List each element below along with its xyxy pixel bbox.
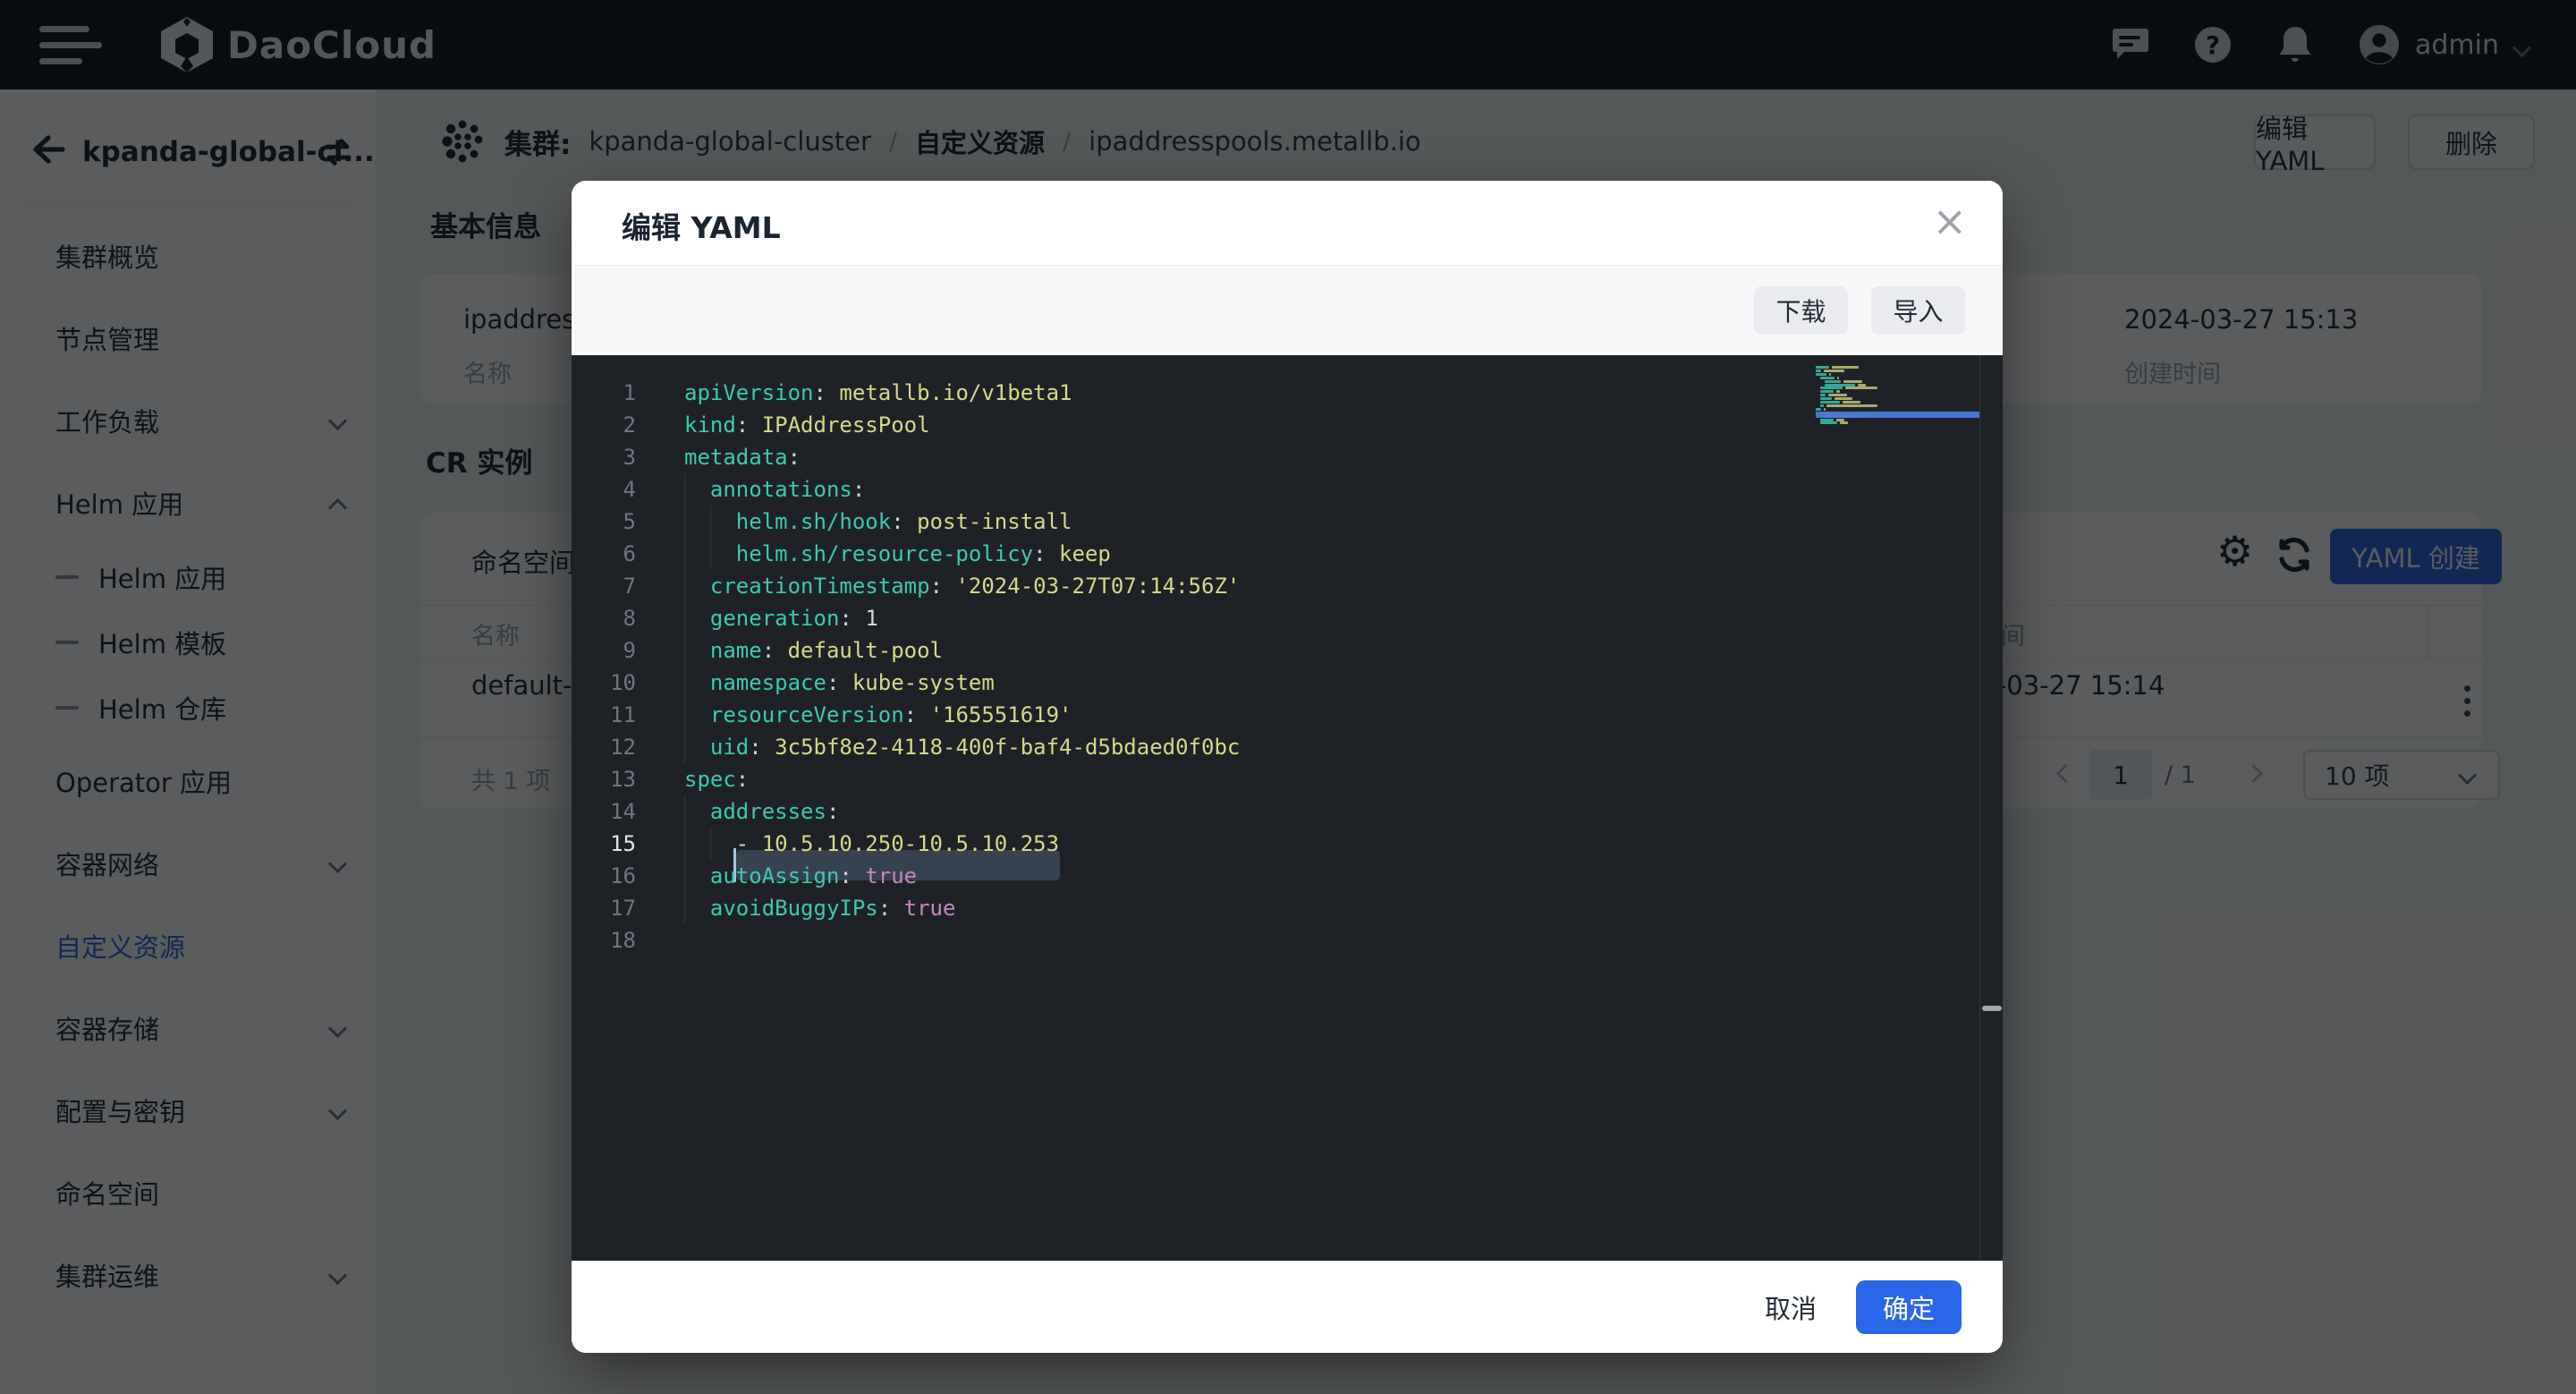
code-text: helm.sh/hook: post-install (636, 506, 1072, 538)
code-line-14[interactable]: 14 addresses: (572, 795, 2003, 828)
code-text: apiVersion: metallb.io/v1beta1 (636, 377, 1072, 409)
line-number: 1 (572, 377, 636, 409)
line-number: 15 (572, 828, 636, 860)
code-line-7[interactable]: 7 creationTimestamp: '2024-03-27T07:14:5… (572, 570, 2003, 602)
line-number: 7 (572, 570, 636, 602)
modal-toolbar: 下载 导入 (572, 265, 2003, 355)
code-line-6[interactable]: 6 helm.sh/resource-policy: keep (572, 538, 2003, 570)
code-line-2[interactable]: 2kind: IPAddressPool (572, 409, 2003, 441)
code-line-4[interactable]: 4 annotations: (572, 473, 2003, 506)
code-line-17[interactable]: 17 avoidBuggyIPs: true (572, 892, 2003, 924)
code-text: spec: (636, 763, 749, 795)
line-number: 3 (572, 441, 636, 473)
code-text: uid: 3c5bf8e2-4118-400f-baf4-d5bdaed0f0b… (636, 731, 1240, 763)
code-text: resourceVersion: '165551619' (636, 699, 1072, 731)
code-text: name: default-pool (636, 634, 943, 667)
code-text: namespace: kube-system (636, 667, 995, 699)
yaml-editor[interactable]: 1apiVersion: metallb.io/v1beta12kind: IP… (572, 355, 2003, 1261)
code-line-11[interactable]: 11 resourceVersion: '165551619' (572, 699, 2003, 731)
line-number: 5 (572, 506, 636, 538)
code-text (636, 924, 684, 956)
modal-title: 编辑 YAML (622, 204, 781, 247)
line-number: 18 (572, 924, 636, 956)
minimap-divider (1979, 355, 1980, 1261)
edit-yaml-modal: 编辑 YAML × 下载 导入 1apiVersion: metallb.io/… (572, 181, 2003, 1353)
line-number: 16 (572, 860, 636, 892)
code-line-8[interactable]: 8 generation: 1 (572, 602, 2003, 634)
code-line-10[interactable]: 10 namespace: kube-system (572, 667, 2003, 699)
line-number: 13 (572, 763, 636, 795)
modal-footer: 取消 确定 (572, 1261, 2003, 1353)
minimap-selection-highlight (1816, 412, 1979, 418)
minimap[interactable] (1816, 366, 1979, 438)
code-text: avoidBuggyIPs: true (636, 892, 955, 924)
code-text: - 10.5.10.250-10.5.10.253 (636, 828, 1059, 860)
code-text: metadata: (636, 441, 801, 473)
line-number: 9 (572, 634, 636, 667)
code-lines[interactable]: 1apiVersion: metallb.io/v1beta12kind: IP… (572, 377, 2003, 956)
line-number: 14 (572, 795, 636, 828)
code-line-13[interactable]: 13spec: (572, 763, 2003, 795)
import-button[interactable]: 导入 (1871, 286, 1965, 335)
code-line-9[interactable]: 9 name: default-pool (572, 634, 2003, 667)
line-number: 2 (572, 409, 636, 441)
code-line-3[interactable]: 3metadata: (572, 441, 2003, 473)
line-number: 8 (572, 602, 636, 634)
code-line-16[interactable]: 16 autoAssign: true (572, 860, 2003, 892)
line-number: 11 (572, 699, 636, 731)
confirm-button[interactable]: 确定 (1856, 1280, 1962, 1334)
code-line-12[interactable]: 12 uid: 3c5bf8e2-4118-400f-baf4-d5bdaed0… (572, 731, 2003, 763)
code-text: kind: IPAddressPool (636, 409, 930, 441)
code-text: generation: 1 (636, 602, 878, 634)
code-text: autoAssign: true (636, 860, 917, 892)
code-text: annotations: (636, 473, 865, 506)
code-line-5[interactable]: 5 helm.sh/hook: post-install (572, 506, 2003, 538)
line-number: 10 (572, 667, 636, 699)
scrollbar-mark[interactable] (1982, 1006, 2002, 1011)
download-button[interactable]: 下载 (1754, 286, 1848, 335)
line-number: 17 (572, 892, 636, 924)
line-number: 12 (572, 731, 636, 763)
code-text: helm.sh/resource-policy: keep (636, 538, 1111, 570)
code-text: creationTimestamp: '2024-03-27T07:14:56Z… (636, 570, 1240, 602)
cancel-button[interactable]: 取消 (1765, 1288, 1817, 1326)
code-line-18[interactable]: 18 (572, 924, 2003, 956)
code-line-1[interactable]: 1apiVersion: metallb.io/v1beta1 (572, 377, 2003, 409)
line-number: 6 (572, 538, 636, 570)
code-line-15[interactable]: 15 - 10.5.10.250-10.5.10.253 (572, 828, 2003, 860)
close-icon[interactable]: × (1932, 197, 1967, 245)
modal-header: 编辑 YAML × (572, 181, 2003, 265)
code-text: addresses: (636, 795, 839, 828)
line-number: 4 (572, 473, 636, 506)
